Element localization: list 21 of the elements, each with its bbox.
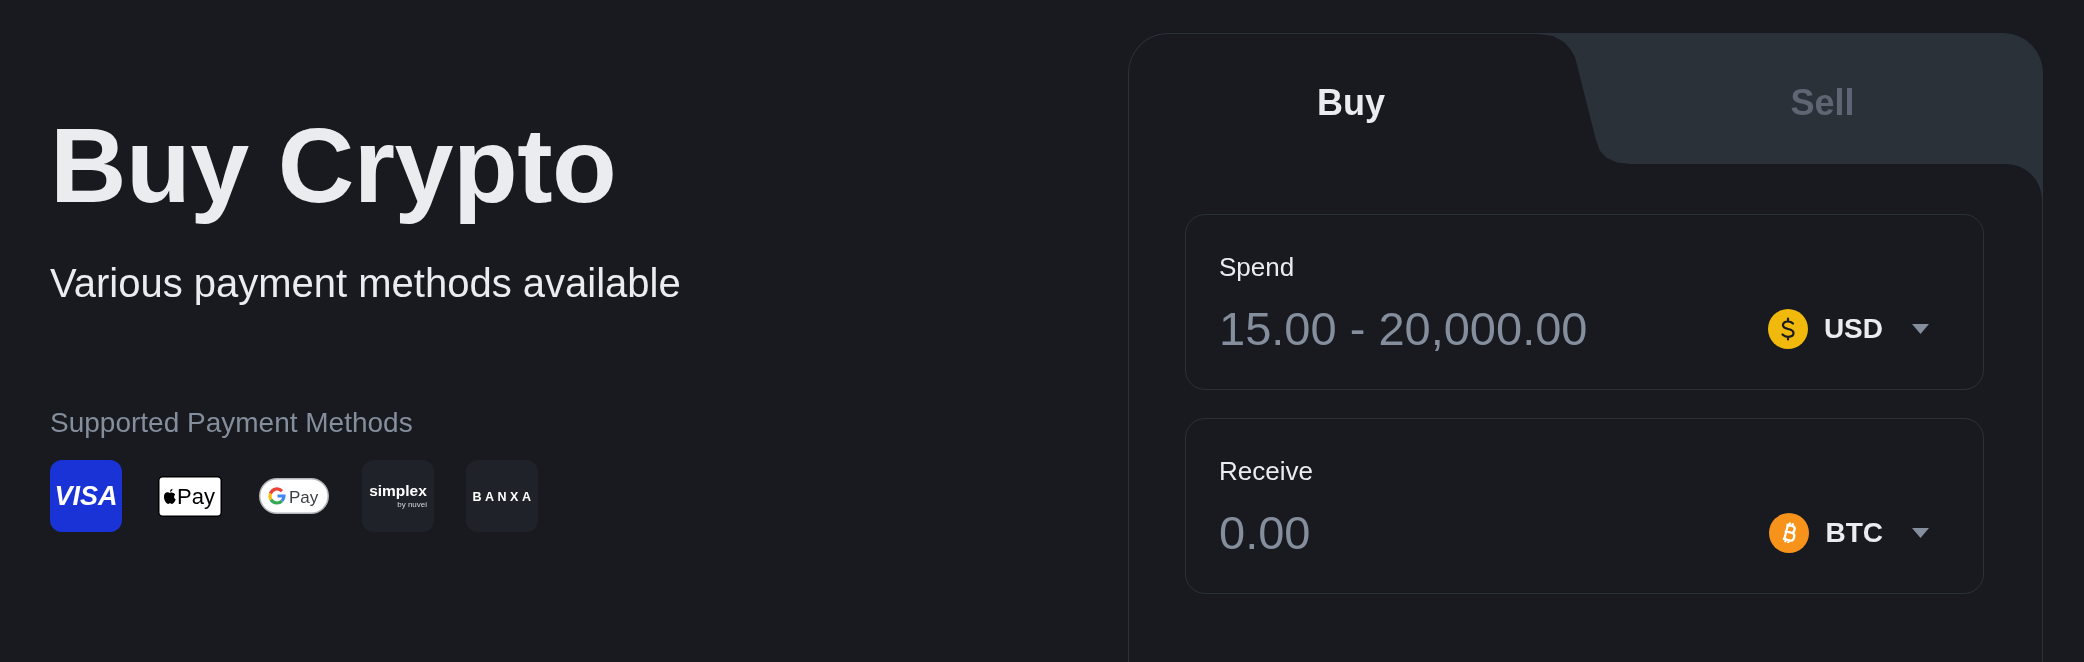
field-label: Receive	[1219, 457, 1314, 487]
logo-text: Pay	[289, 488, 319, 508]
logo-text: BANXA	[472, 490, 535, 505]
dollar-coin-icon	[1767, 308, 1808, 349]
page-title: Buy Crypto	[50, 105, 618, 226]
logo-text: by nuvei	[397, 500, 427, 510]
amount-input[interactable]: 15.00 - 20,000.00	[1219, 300, 1659, 357]
bitcoin-icon	[1769, 512, 1810, 553]
caret-icon	[1912, 323, 1929, 334]
g-logo-icon	[268, 487, 286, 505]
apple-icon	[164, 488, 176, 504]
field-label: Spend	[1219, 253, 1296, 283]
amount-input[interactable]: 0.00	[1219, 504, 1659, 561]
caret-icon	[1912, 527, 1929, 538]
page-subtitle: Various payment methods available	[50, 259, 682, 306]
logo-text: simplex	[369, 482, 427, 500]
currency-select[interactable]: BTC	[1769, 511, 1929, 554]
section-label: Supported Payment Methods	[50, 406, 414, 440]
logo-text: VISA	[54, 481, 118, 512]
logo-text: Pay	[177, 483, 215, 509]
currency-select[interactable]: USD	[1767, 307, 1929, 350]
